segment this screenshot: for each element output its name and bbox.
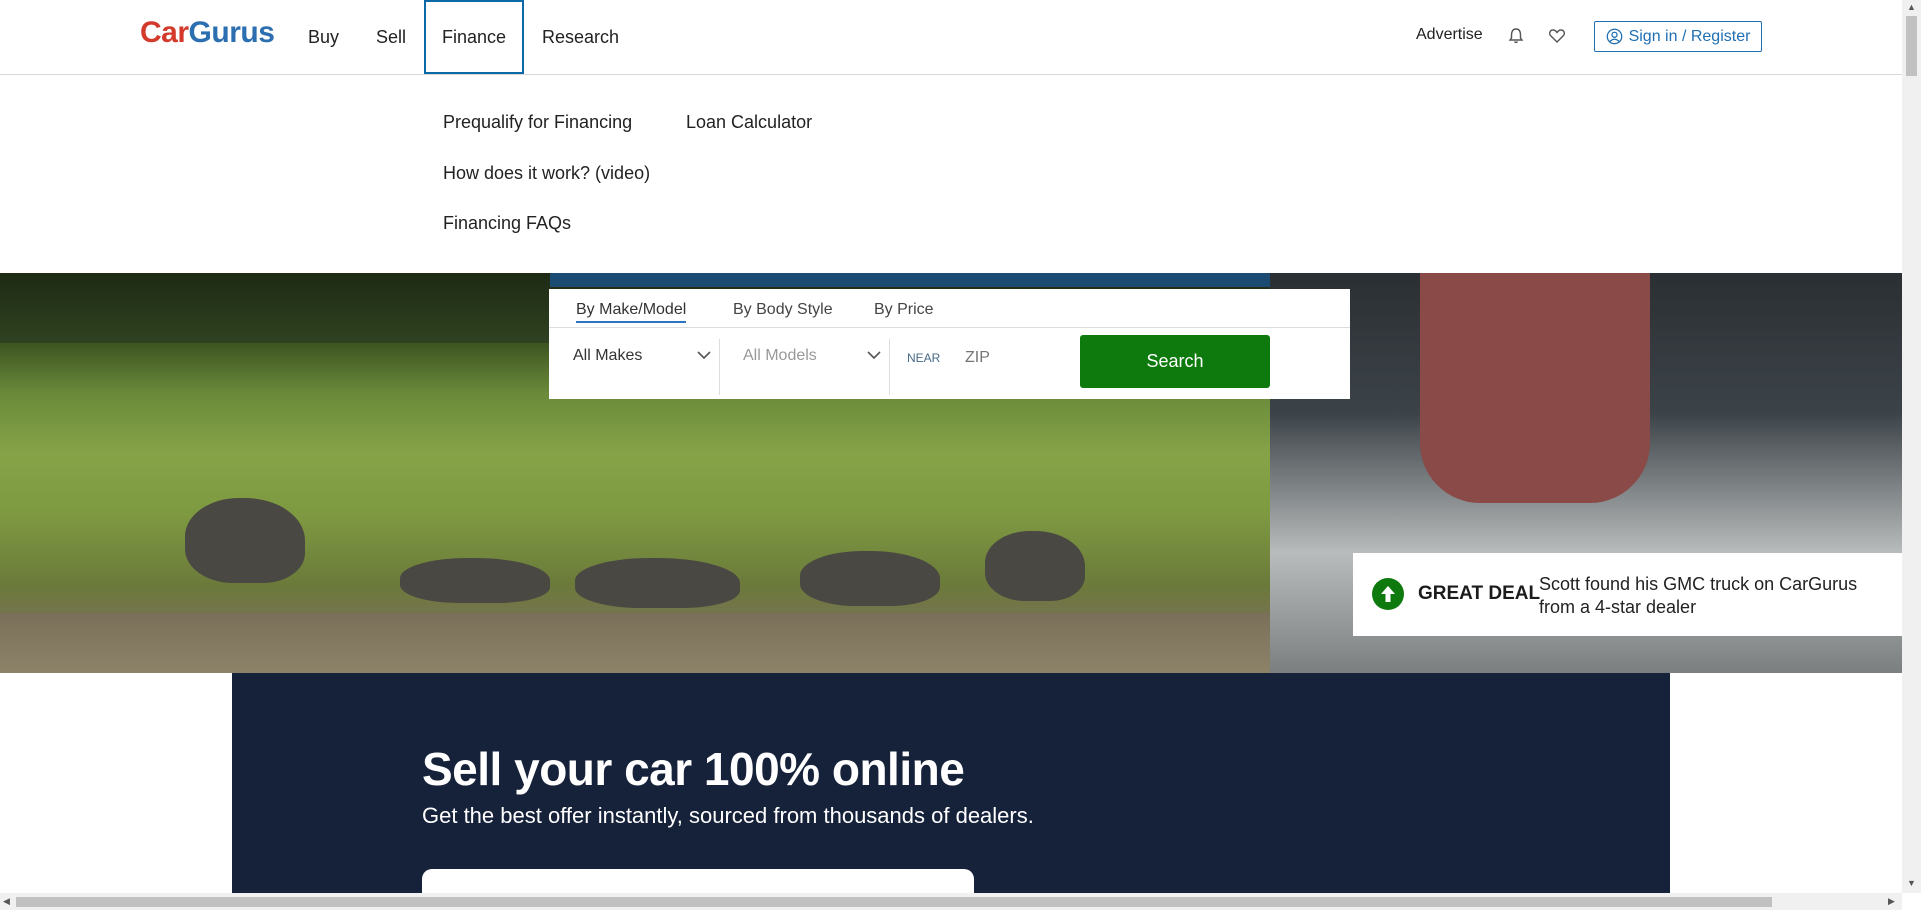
tab-by-make-model[interactable]: By Make/Model [576, 301, 687, 323]
great-deal-circle [1372, 578, 1404, 610]
model-select[interactable]: All Models [743, 347, 883, 365]
menu-prequalify-financing[interactable]: Prequalify for Financing [443, 112, 632, 133]
bell-icon[interactable] [1506, 26, 1526, 46]
great-deal-story: Scott found his GMC truck on CarGurus fr… [1539, 574, 1858, 617]
sign-in-button[interactable]: Sign in / Register [1594, 21, 1762, 52]
vertical-scrollbar[interactable]: ▲ ▼ [1902, 0, 1921, 893]
nav-buy[interactable]: Buy [308, 0, 339, 74]
scroll-down-icon[interactable]: ▼ [1907, 878, 1916, 888]
hero-rock [575, 558, 740, 608]
tab-by-price[interactable]: By Price [874, 301, 934, 319]
chevron-down-icon [697, 351, 711, 360]
select-divider [719, 339, 720, 395]
menu-financing-faqs[interactable]: Financing FAQs [443, 213, 571, 234]
arrow-up-icon [1381, 586, 1395, 602]
sell-your-car-section: Sell your car 100% online Get the best o… [232, 673, 1670, 919]
finance-dropdown-menu: Prequalify for Financing Loan Calculator… [0, 75, 1902, 273]
sign-in-label: Sign in / Register [1628, 27, 1751, 45]
near-label: NEAR [907, 351, 941, 365]
scroll-left-icon[interactable]: ◀ [3, 896, 10, 907]
scroll-right-icon[interactable]: ▶ [1888, 896, 1895, 907]
model-select-value: All Models [743, 347, 817, 364]
horizontal-scroll-thumb[interactable] [16, 897, 1772, 907]
heart-icon[interactable] [1547, 26, 1567, 46]
chevron-down-icon [867, 351, 881, 360]
hero-rock [800, 551, 940, 606]
menu-loan-calculator[interactable]: Loan Calculator [686, 112, 812, 133]
scroll-up-icon[interactable]: ▲ [1907, 2, 1916, 12]
sell-subtitle: Get the best offer instantly, sourced fr… [422, 803, 1034, 828]
nav-research[interactable]: Research [542, 0, 619, 74]
advertise-link[interactable]: Advertise [1416, 26, 1483, 44]
sell-title: Sell your car 100% online [422, 743, 965, 795]
cargurus-logo[interactable]: CarGurus [140, 16, 275, 50]
nav-finance[interactable]: Finance [424, 0, 525, 74]
user-circle-icon [1606, 28, 1622, 45]
hero-rock [185, 498, 305, 583]
tab-by-body-style[interactable]: By Body Style [733, 301, 833, 319]
tabs-divider [549, 327, 1350, 328]
make-select[interactable]: All Makes [573, 347, 713, 365]
menu-how-it-works-video[interactable]: How does it work? (video) [443, 163, 650, 184]
hero-person [1420, 273, 1650, 503]
car-search-box: By Make/Model By Body Style By Price All… [549, 289, 1350, 399]
hero-tab-strip [550, 273, 1350, 287]
make-select-value: All Makes [573, 347, 643, 364]
vertical-scroll-thumb[interactable] [1906, 16, 1917, 76]
search-button[interactable]: Search [1080, 335, 1270, 388]
great-deal-label: GREAT DEAL [1418, 583, 1541, 604]
hero-rock [985, 531, 1085, 601]
hero-dirt-path [0, 613, 1270, 673]
horizontal-scrollbar[interactable]: ◀ ▶ [0, 893, 1902, 910]
zip-input[interactable] [963, 345, 1067, 371]
nav-sell[interactable]: Sell [376, 0, 406, 74]
logo-gurus: Gurus [188, 16, 275, 49]
logo-car: Car [140, 16, 189, 49]
select-divider [889, 339, 890, 395]
site-header: CarGurus Buy Sell Finance Research Adver… [0, 0, 1902, 75]
great-deal-card: GREAT DEAL Scott found his GMC truck on … [1353, 553, 1902, 636]
hero-rock [400, 558, 550, 603]
